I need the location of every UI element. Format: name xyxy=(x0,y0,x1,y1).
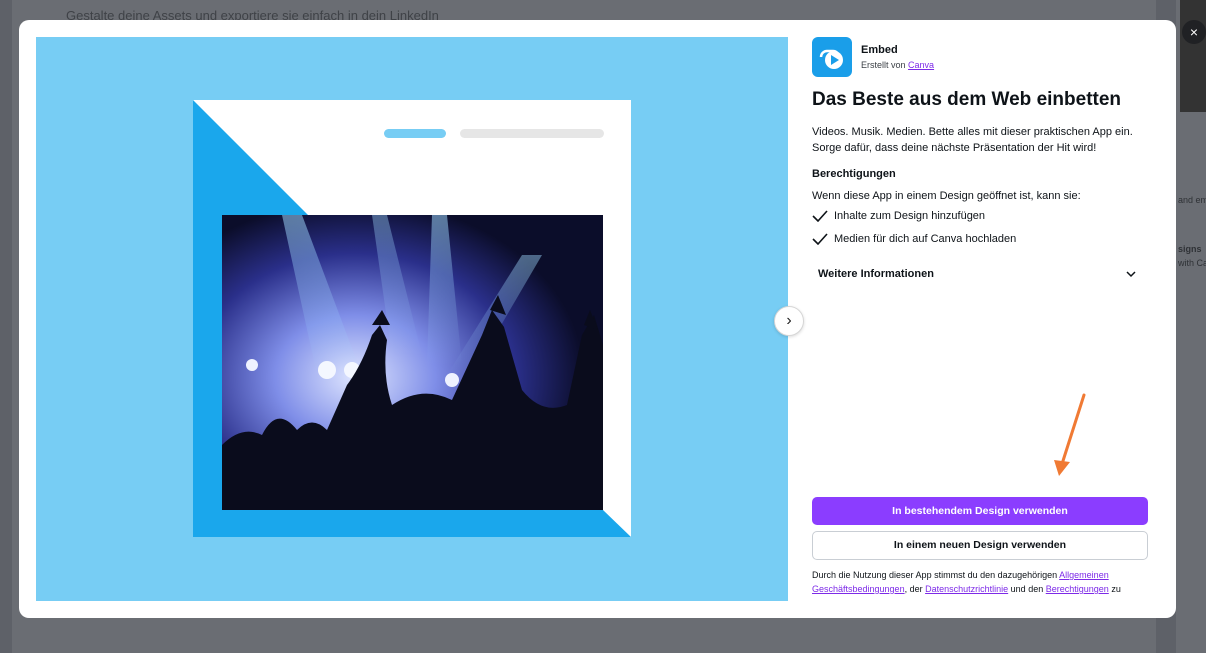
use-in-new-design-button[interactable]: In einem neuen Design verwenden xyxy=(812,531,1148,560)
chevron-down-icon xyxy=(1126,271,1136,278)
terms-mid: , der xyxy=(904,584,923,594)
app-name: Embed xyxy=(861,44,898,56)
permission-label: Inhalte zum Design hinzufügen xyxy=(834,210,986,222)
app-details-modal: › Embed Erstellt von Canva Das Beste aus… xyxy=(19,20,1176,618)
close-icon[interactable]: × xyxy=(1182,20,1206,44)
permission-label: Medien für dich auf Canva hochladen xyxy=(834,233,1017,245)
preview-pill-accent xyxy=(384,129,446,138)
terms-suffix: zu xyxy=(1111,584,1121,594)
background-snippet: and em xyxy=(1178,195,1206,205)
permissions-link[interactable]: Berechtigungen xyxy=(1046,584,1109,594)
background-snippet: with Can xyxy=(1178,258,1206,268)
creator-link[interactable]: Canva xyxy=(908,60,934,70)
annotation-arrow-icon xyxy=(1054,393,1086,476)
background-thumbnail xyxy=(1180,0,1206,112)
checkmark-icon xyxy=(812,233,828,246)
terms-mid: und den xyxy=(1010,584,1044,594)
more-info-toggle[interactable]: Weitere Informationen xyxy=(812,264,1148,286)
privacy-link[interactable]: Datenschutzrichtlinie xyxy=(925,584,1008,594)
app-creator: Erstellt von Canva xyxy=(861,60,934,70)
terms-prefix: Durch die Nutzung dieser App stimmst du … xyxy=(812,570,1058,580)
app-preview xyxy=(36,37,788,601)
more-info-label: Weitere Informationen xyxy=(818,268,934,280)
app-info-panel: Embed Erstellt von Canva Das Beste aus d… xyxy=(812,20,1152,618)
checkmark-icon xyxy=(812,210,828,223)
terms-notice: Durch die Nutzung dieser App stimmst du … xyxy=(812,568,1150,596)
permissions-intro: Wenn diese App in einem Design geöffnet … xyxy=(812,190,1081,202)
app-title: Das Beste aus dem Web einbetten xyxy=(812,89,1122,110)
preview-pill-gray xyxy=(460,129,604,138)
background-snippet: signs xyxy=(1178,244,1202,254)
concert-photo xyxy=(222,215,603,510)
use-in-existing-design-button[interactable]: In bestehendem Design verwenden xyxy=(812,497,1148,525)
permission-item: Inhalte zum Design hinzufügen xyxy=(812,210,986,223)
permission-item: Medien für dich auf Canva hochladen xyxy=(812,233,1017,246)
app-description: Videos. Musik. Medien. Bette alles mit d… xyxy=(812,126,1133,154)
preview-card xyxy=(193,100,631,537)
permissions-heading: Berechtigungen xyxy=(812,168,896,180)
creator-prefix: Erstellt von xyxy=(861,60,906,70)
next-slide-button[interactable]: › xyxy=(774,306,804,336)
embed-app-icon xyxy=(812,37,852,77)
